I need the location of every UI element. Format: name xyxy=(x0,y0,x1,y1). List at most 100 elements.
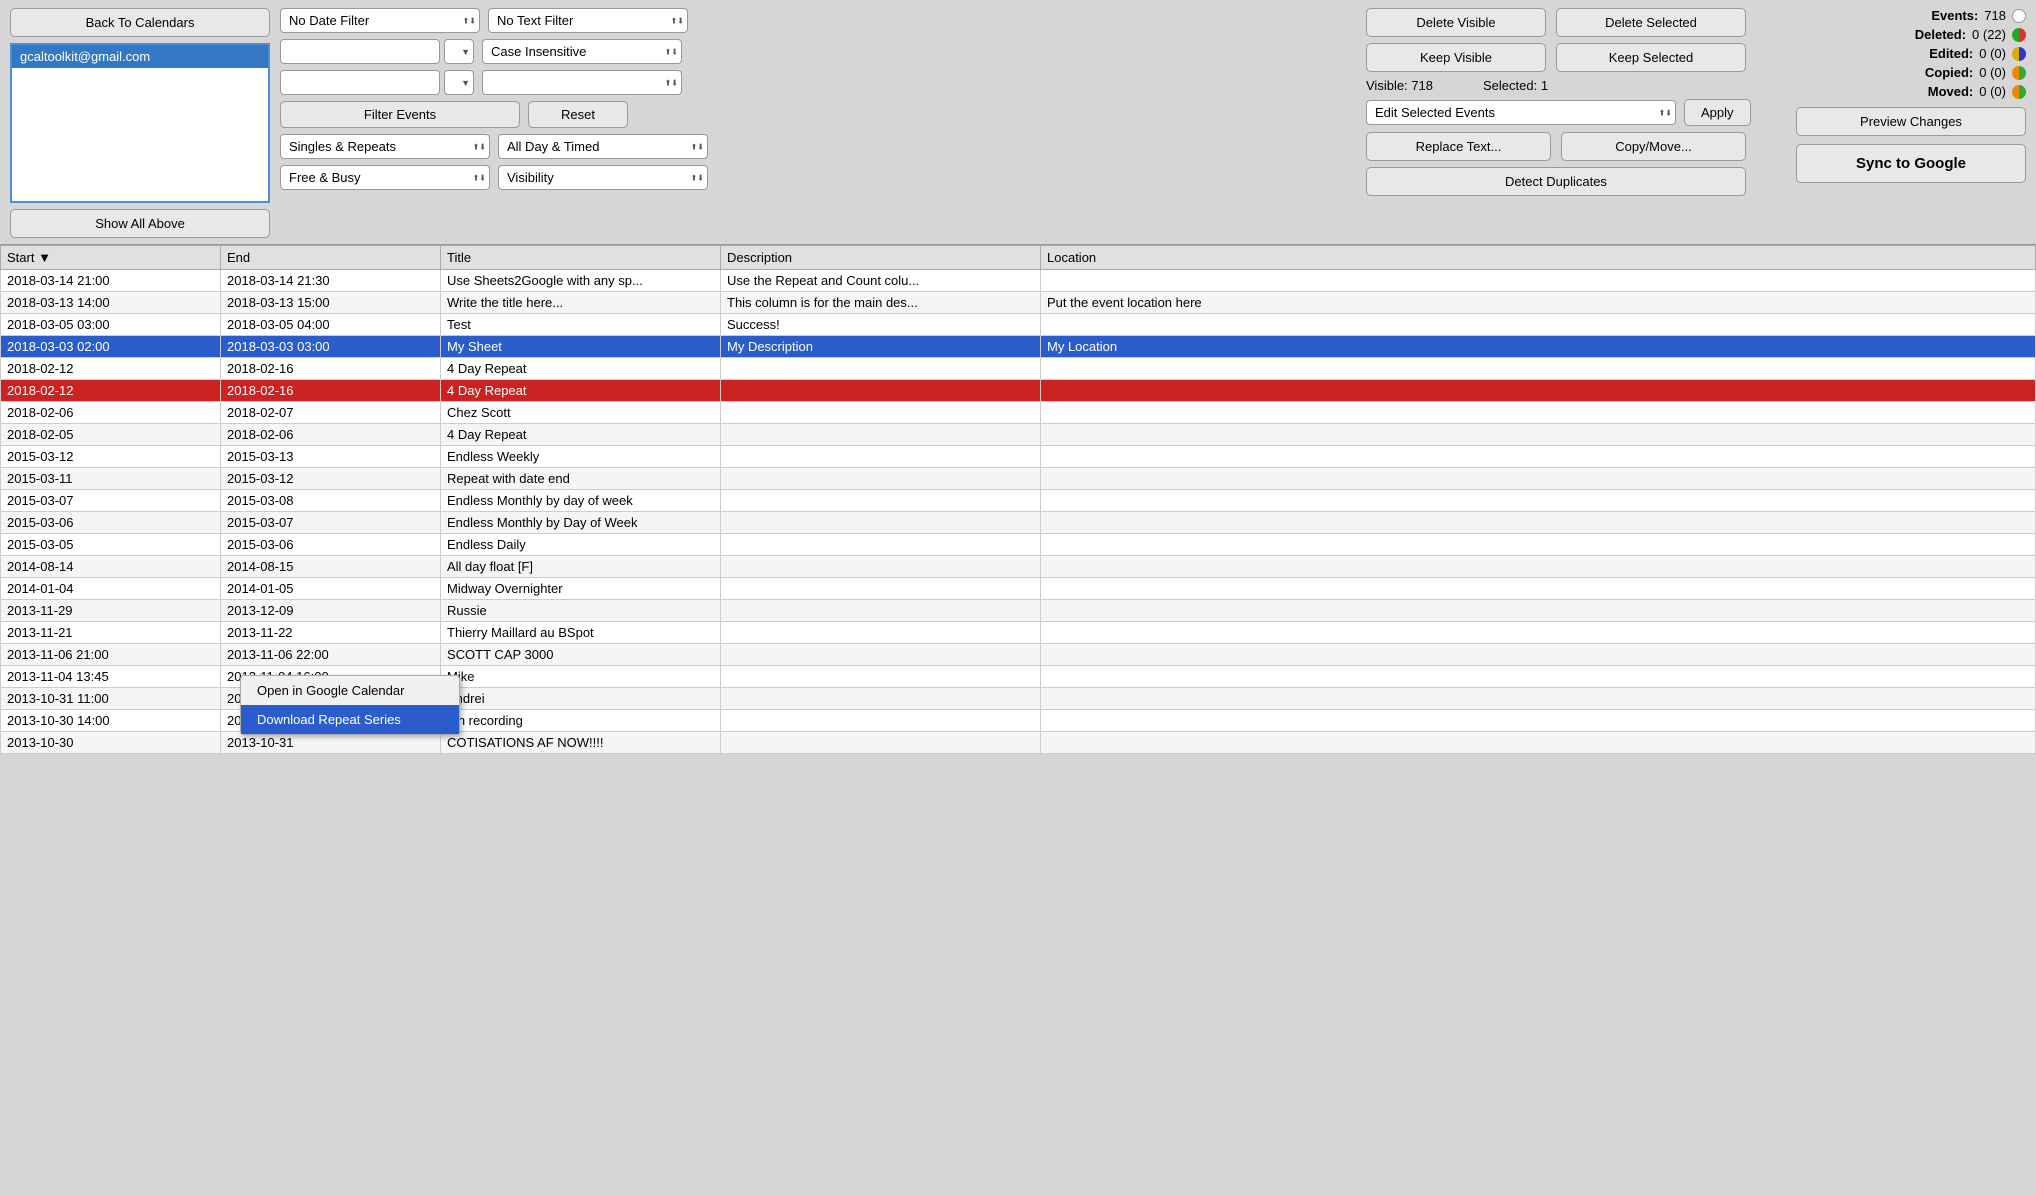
cell-title: Use Sheets2Google with any sp... xyxy=(441,270,721,292)
edited-stat-row: Edited: 0 (0) xyxy=(1796,46,2026,61)
table-row[interactable]: 2015-03-122015-03-13Endless Weekly xyxy=(1,446,2036,468)
detect-duplicates-button[interactable]: Detect Duplicates xyxy=(1366,167,1746,196)
all-day-timed-select[interactable]: All Day & Timed xyxy=(498,134,708,159)
show-all-above-button[interactable]: Show All Above xyxy=(10,209,270,238)
text-filter-select[interactable]: No Text Filter xyxy=(488,8,688,33)
table-row[interactable]: 2018-03-05 03:002018-03-05 04:00TestSucc… xyxy=(1,314,2036,336)
preview-changes-button[interactable]: Preview Changes xyxy=(1796,107,2026,136)
filter-input-1[interactable] xyxy=(280,39,440,64)
table-row[interactable]: 2018-02-122018-02-164 Day Repeat xyxy=(1,358,2036,380)
cell-end: 2018-03-13 15:00 xyxy=(221,292,441,314)
singles-repeats-select[interactable]: Singles & Repeats xyxy=(280,134,490,159)
filter-dropdown-1[interactable] xyxy=(444,39,474,64)
cell-start: 2013-11-06 21:00 xyxy=(1,644,221,666)
table-row[interactable]: 2015-03-112015-03-12Repeat with date end xyxy=(1,468,2036,490)
copied-label: Copied: xyxy=(1925,65,1973,80)
cell-description: Success! xyxy=(721,314,1041,336)
cell-location xyxy=(1041,732,2036,754)
replace-text-button[interactable]: Replace Text... xyxy=(1366,132,1551,161)
empty-filter-wrapper xyxy=(482,70,682,95)
table-row[interactable]: 2013-11-212013-11-22Thierry Maillard au … xyxy=(1,622,2036,644)
cell-location xyxy=(1041,270,2036,292)
cell-start: 2013-11-21 xyxy=(1,622,221,644)
table-row[interactable]: 2018-03-13 14:002018-03-13 15:00Write th… xyxy=(1,292,2036,314)
cell-title: Andrei xyxy=(441,688,721,710)
cell-end: 2018-03-03 03:00 xyxy=(221,336,441,358)
reset-button[interactable]: Reset xyxy=(528,101,628,128)
table-row[interactable]: 2015-03-062015-03-07Endless Monthly by D… xyxy=(1,512,2036,534)
cell-title: Repeat with date end xyxy=(441,468,721,490)
deleted-label: Deleted: xyxy=(1915,27,1966,42)
col-start[interactable]: Start ▼ xyxy=(1,246,221,270)
table-row[interactable]: 2018-03-03 02:002018-03-03 03:00My Sheet… xyxy=(1,336,2036,358)
free-busy-select[interactable]: Free & Busy xyxy=(280,165,490,190)
keep-selected-button[interactable]: Keep Selected xyxy=(1556,43,1746,72)
table-row[interactable]: 2018-03-14 21:002018-03-14 21:30Use Shee… xyxy=(1,270,2036,292)
cell-description xyxy=(721,380,1041,402)
cell-location xyxy=(1041,314,2036,336)
table-row[interactable]: 2013-11-292013-12-09Russie xyxy=(1,600,2036,622)
copy-move-button[interactable]: Copy/Move... xyxy=(1561,132,1746,161)
case-filter-select[interactable]: Case Insensitive xyxy=(482,39,682,64)
edit-selected-select[interactable]: Edit Selected Events xyxy=(1366,100,1676,125)
col-title[interactable]: Title xyxy=(441,246,721,270)
cell-start: 2013-11-29 xyxy=(1,600,221,622)
cell-start: 2018-03-03 02:00 xyxy=(1,336,221,358)
cell-start: 2013-10-31 11:00 xyxy=(1,688,221,710)
cell-start: 2015-03-11 xyxy=(1,468,221,490)
filter-dropdown-2[interactable] xyxy=(444,70,474,95)
filter-row-1: No Date Filter No Text Filter xyxy=(280,8,1356,33)
moved-value: 0 (0) xyxy=(1979,84,2006,99)
sync-to-google-button[interactable]: Sync to Google xyxy=(1796,144,2026,183)
table-row[interactable]: 2015-03-052015-03-06Endless Daily xyxy=(1,534,2036,556)
table-row[interactable]: 2018-02-062018-02-07Chez Scott xyxy=(1,402,2036,424)
table-row[interactable]: 2018-02-052018-02-064 Day Repeat xyxy=(1,424,2036,446)
visibility-wrapper: Visibility xyxy=(498,165,708,190)
visibility-select[interactable]: Visibility xyxy=(498,165,708,190)
cell-location xyxy=(1041,468,2036,490)
right-stats-panel: Events: 718 Deleted: 0 (22) Edited: 0 (0… xyxy=(1796,8,2026,196)
table-row[interactable]: 2014-08-142014-08-15All day float [F] xyxy=(1,556,2036,578)
date-filter-select[interactable]: No Date Filter xyxy=(280,8,480,33)
delete-selected-button[interactable]: Delete Selected xyxy=(1556,8,1746,37)
table-container[interactable]: Start ▼ End Title Description Location 2… xyxy=(0,244,2036,1196)
col-location[interactable]: Location xyxy=(1041,246,2036,270)
apply-button[interactable]: Apply xyxy=(1684,99,1751,126)
copied-icon xyxy=(2012,66,2026,80)
table-row[interactable]: 2015-03-072015-03-08Endless Monthly by d… xyxy=(1,490,2036,512)
copied-value: 0 (0) xyxy=(1979,65,2006,80)
col-end[interactable]: End xyxy=(221,246,441,270)
table-row[interactable]: 2018-02-122018-02-164 Day Repeat xyxy=(1,380,2036,402)
col-description[interactable]: Description xyxy=(721,246,1041,270)
detect-row: Detect Duplicates xyxy=(1366,167,1786,196)
table-row[interactable]: 2014-01-042014-01-05Midway Overnighter xyxy=(1,578,2036,600)
context-menu-item[interactable]: Open in Google Calendar xyxy=(241,676,459,705)
visible-count: Visible: 718 xyxy=(1366,78,1433,93)
cell-location xyxy=(1041,402,2036,424)
deleted-stat-row: Deleted: 0 (22) xyxy=(1796,27,2026,42)
cell-description xyxy=(721,358,1041,380)
edit-row: Edit Selected Events Apply xyxy=(1366,99,1786,126)
context-menu-item[interactable]: Download Repeat Series xyxy=(241,705,459,734)
calendar-item[interactable]: gcaltoolkit@gmail.com xyxy=(12,45,268,68)
delete-visible-button[interactable]: Delete Visible xyxy=(1366,8,1546,37)
cell-title: All day float [F] xyxy=(441,556,721,578)
cell-description xyxy=(721,600,1041,622)
cell-description xyxy=(721,622,1041,644)
cell-start: 2018-03-13 14:00 xyxy=(1,292,221,314)
cell-title: Endless Daily xyxy=(441,534,721,556)
table-row[interactable]: 2013-11-06 21:002013-11-06 22:00SCOTT CA… xyxy=(1,644,2036,666)
cell-start: 2014-01-04 xyxy=(1,578,221,600)
header-row: Start ▼ End Title Description Location xyxy=(1,246,2036,270)
filter-events-button[interactable]: Filter Events xyxy=(280,101,520,128)
back-to-calendars-button[interactable]: Back To Calendars xyxy=(10,8,270,37)
empty-filter-select[interactable] xyxy=(482,70,682,95)
keep-visible-button[interactable]: Keep Visible xyxy=(1366,43,1546,72)
filter-input-2[interactable] xyxy=(280,70,440,95)
cell-end: 2015-03-13 xyxy=(221,446,441,468)
cell-description xyxy=(721,512,1041,534)
cell-title: Thierry Maillard au BSpot xyxy=(441,622,721,644)
cell-end: 2018-02-16 xyxy=(221,380,441,402)
cell-end: 2015-03-06 xyxy=(221,534,441,556)
cell-description: My Description xyxy=(721,336,1041,358)
